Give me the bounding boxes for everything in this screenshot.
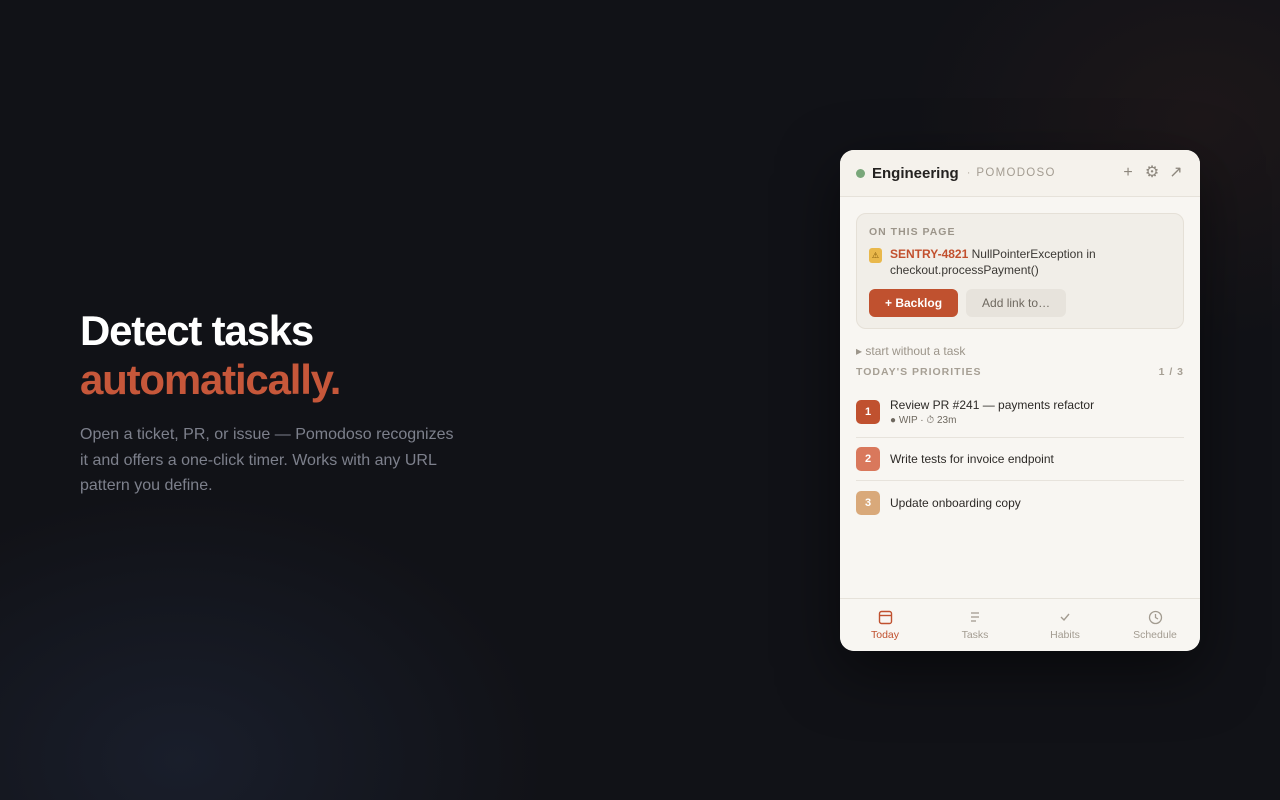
external-link-icon[interactable]: ↗ [1168, 165, 1184, 181]
nav-tasks[interactable]: Tasks [930, 599, 1020, 651]
priority-meta: ● WIP · ⏱ 23m [890, 414, 957, 426]
detected-task-text: SENTRY-4821 NullPointerException in chec… [890, 246, 1171, 278]
detected-task: ⚠ SENTRY-4821 NullPointerException in ch… [869, 246, 1171, 278]
nav-schedule[interactable]: Schedule [1110, 599, 1200, 651]
hero-title-line1: Detect tasks [80, 307, 314, 354]
priority-title: Update onboarding copy [890, 495, 1021, 510]
check-icon [1059, 609, 1071, 625]
priority-title: Write tests for invoice endpoint [890, 452, 1054, 466]
gear-icon[interactable]: ⚙ [1144, 165, 1160, 181]
hero-title: Detect tasks automatically. [80, 306, 480, 404]
add-to-backlog-button[interactable]: + Backlog [869, 289, 959, 317]
app-name: POMODOSO [976, 167, 1056, 179]
priority-title: Review PR #241 — payments refactor [890, 397, 1095, 412]
list-icon [969, 609, 981, 625]
bottom-nav: Today Tasks Habits Schedule [840, 598, 1200, 651]
priority-item[interactable]: 2 Write tests for invoice endpoint [856, 438, 1184, 481]
workspace-name: Engineering [872, 164, 959, 182]
nav-label: Habits [1050, 629, 1080, 641]
priority-number: 1 [856, 399, 880, 424]
priority-item[interactable]: 3 Update onboarding copy [856, 481, 1184, 524]
detected-label: ON THIS PAGE [869, 226, 956, 238]
hero-section: Detect tasks automatically. Open a ticke… [80, 306, 480, 499]
priority-item[interactable]: 1 Review PR #241 — payments refactor ● W… [856, 388, 1184, 438]
nav-today[interactable]: Today [840, 599, 930, 651]
priority-number: 3 [856, 490, 880, 515]
nav-habits[interactable]: Habits [1020, 599, 1110, 651]
priority-content: Review PR #241 — payments refactor ● WIP… [890, 398, 1094, 426]
nav-label: Tasks [961, 629, 989, 641]
hero-title-line2: automatically. [80, 356, 341, 403]
start-without-task-link[interactable]: ▸ start without a task [856, 344, 1184, 358]
popup-header: Engineering · POMODOSO + ⚙ ↗ [840, 150, 1200, 197]
nav-label: Today [870, 629, 900, 641]
priorities-header: TODAY'S PRIORITIES 1 / 3 [856, 366, 1184, 378]
clock-icon [1148, 609, 1163, 625]
priorities-count: 1 / 3 [1158, 366, 1184, 378]
warning-icon: ⚠ [869, 248, 882, 263]
status-dot [856, 168, 865, 178]
detected-actions: + Backlog Add link to… [869, 289, 1171, 317]
ticket-id: SENTRY-4821 [890, 247, 969, 261]
detected-task-card: ON THIS PAGE ⚠ SENTRY-4821 NullPointerEx… [856, 213, 1184, 329]
nav-label: Schedule [1133, 629, 1177, 641]
hero-description: Open a ticket, PR, or issue — Pomodoso r… [80, 426, 454, 494]
priorities-title: TODAY'S PRIORITIES [856, 366, 982, 378]
add-link-button[interactable]: Add link to… [966, 289, 1067, 317]
extension-popup: Engineering · POMODOSO + ⚙ ↗ ON THIS PAG… [840, 150, 1200, 651]
header-separator: · [966, 167, 971, 179]
calendar-icon [878, 609, 893, 625]
priority-number: 2 [856, 447, 880, 471]
priorities-list: 1 Review PR #241 — payments refactor ● W… [856, 388, 1184, 524]
add-icon[interactable]: + [1120, 165, 1136, 181]
header-actions: + ⚙ ↗ [1120, 165, 1184, 181]
